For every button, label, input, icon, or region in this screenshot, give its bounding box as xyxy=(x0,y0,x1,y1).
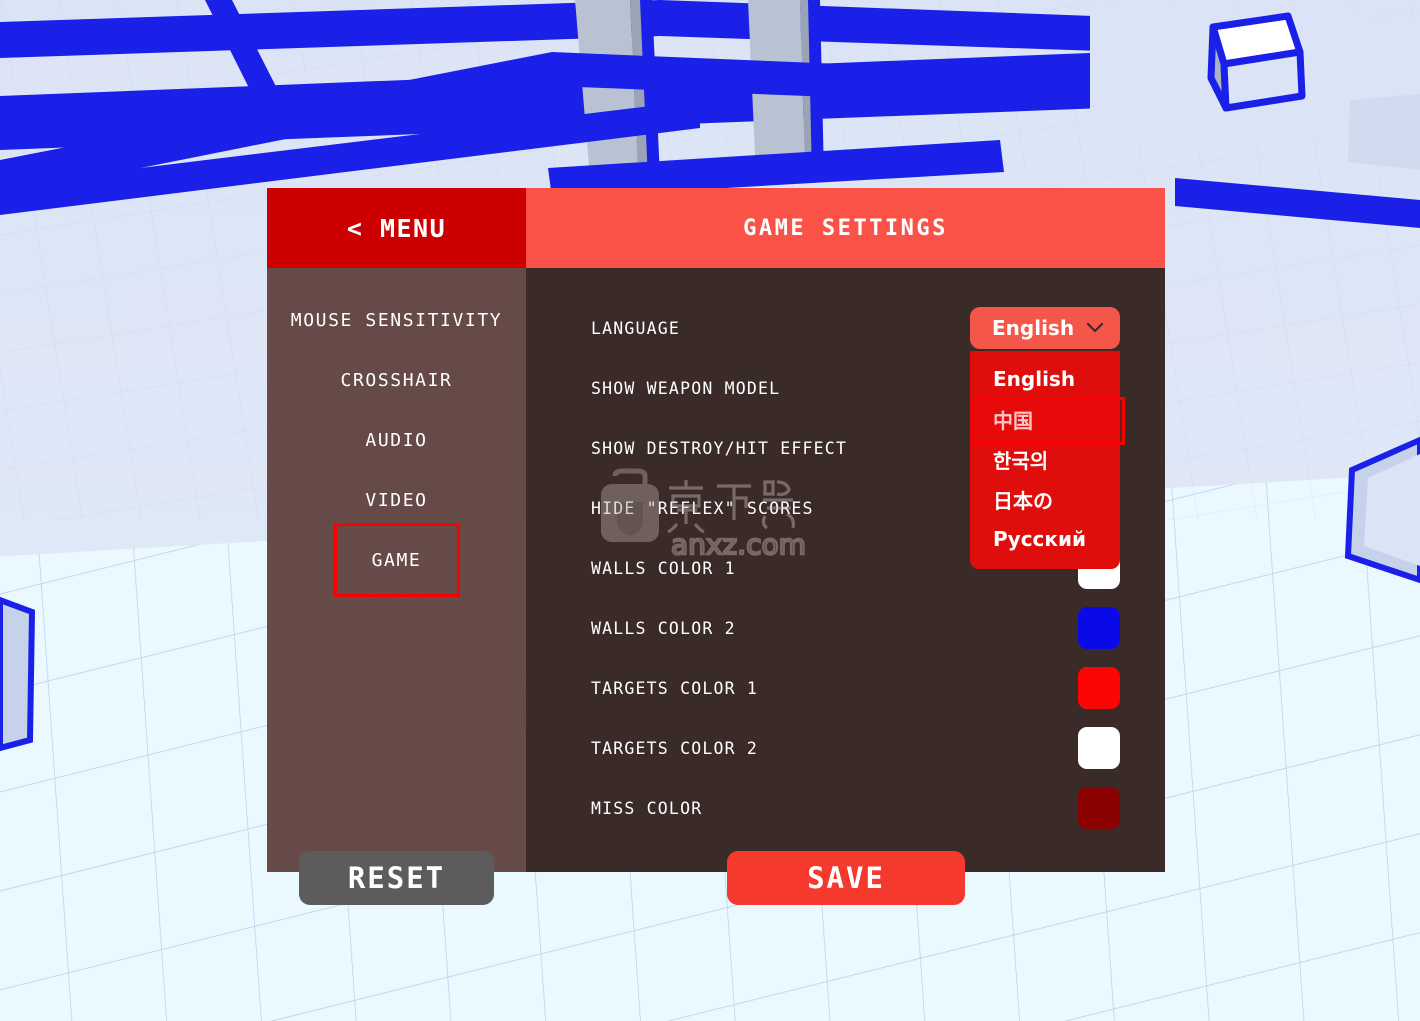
setting-row-language: LANGUAGE English English 中国 한국의 日本の Русс… xyxy=(526,298,1165,569)
setting-row-walls-color-2: WALLS COLOR 2 xyxy=(526,598,1165,658)
setting-row-miss-color: MISS COLOR xyxy=(526,778,1165,838)
setting-label: WALLS COLOR 2 xyxy=(591,618,736,638)
language-option-label: 中国 xyxy=(993,408,1033,433)
miss-color-swatch[interactable] xyxy=(1078,787,1120,829)
save-button-label: SAVE xyxy=(807,861,885,895)
language-option-japanese[interactable]: 日本の xyxy=(970,479,1120,519)
reset-button[interactable]: RESET xyxy=(299,851,494,905)
sidebar-nav-list: MOUSE SENSITIVITY CROSSHAIR AUDIO VIDEO … xyxy=(267,268,526,872)
targets-color-2-swatch[interactable] xyxy=(1078,727,1120,769)
setting-label: MISS COLOR xyxy=(591,798,703,818)
language-option-korean[interactable]: 한국의 xyxy=(970,439,1120,479)
sidebar-item-label: MOUSE SENSITIVITY xyxy=(290,309,503,331)
back-to-menu-label: < MENU xyxy=(346,213,447,243)
scene-panel-left xyxy=(0,596,36,752)
sidebar-item-game[interactable]: GAME xyxy=(267,530,526,590)
sidebar-item-label: VIDEO xyxy=(365,489,428,511)
setting-row-targets-color-2: TARGETS COLOR 2 xyxy=(526,718,1165,778)
settings-content: GAME SETTINGS LANGUAGE English English 中… xyxy=(526,188,1165,872)
sidebar-item-mouse-sensitivity[interactable]: MOUSE SENSITIVITY xyxy=(267,290,526,350)
language-dropdown-button[interactable]: English xyxy=(970,307,1120,349)
language-option-russian[interactable]: Русский xyxy=(970,519,1120,559)
sidebar-item-label: CROSSHAIR xyxy=(340,369,453,391)
walls-color-2-swatch[interactable] xyxy=(1078,607,1120,649)
language-dropdown: English English 中国 한국의 日本の Русский xyxy=(970,307,1125,569)
sidebar-item-label: GAME xyxy=(371,549,422,571)
scene-cube-front xyxy=(1220,48,1306,112)
sidebar-item-audio[interactable]: AUDIO xyxy=(267,410,526,470)
sidebar-item-crosshair[interactable]: CROSSHAIR xyxy=(267,350,526,410)
setting-label: LANGUAGE xyxy=(591,318,681,338)
back-to-menu-button[interactable]: < MENU xyxy=(267,188,526,268)
sidebar-item-label: AUDIO xyxy=(365,429,428,451)
language-dropdown-list: English 中国 한국의 日本の Русский xyxy=(970,351,1125,569)
sidebar-item-video[interactable]: VIDEO xyxy=(267,470,526,530)
language-option-label: Русский xyxy=(993,527,1087,551)
chevron-down-icon xyxy=(1086,319,1104,338)
content-header: GAME SETTINGS xyxy=(526,188,1165,268)
settings-list: LANGUAGE English English 中国 한국의 日本の Русс… xyxy=(526,268,1165,872)
language-option-english[interactable]: English xyxy=(970,359,1120,399)
page-title: GAME SETTINGS xyxy=(743,215,948,241)
scene-cube-shadow xyxy=(1348,94,1420,170)
settings-sidebar: < MENU MOUSE SENSITIVITY CROSSHAIR AUDIO… xyxy=(267,188,526,872)
language-option-chinese[interactable]: 中国 xyxy=(970,397,1125,445)
targets-color-1-swatch[interactable] xyxy=(1078,667,1120,709)
setting-label: TARGETS COLOR 2 xyxy=(591,738,759,758)
save-button[interactable]: SAVE xyxy=(727,851,965,905)
reset-button-label: RESET xyxy=(347,861,446,895)
settings-panel: < MENU MOUSE SENSITIVITY CROSSHAIR AUDIO… xyxy=(267,188,1165,872)
setting-label: TARGETS COLOR 1 xyxy=(591,678,759,698)
language-option-label: 한국의 xyxy=(993,448,1049,473)
language-option-label: English xyxy=(993,367,1076,391)
setting-row-targets-color-1: TARGETS COLOR 1 xyxy=(526,658,1165,718)
language-option-label: 日本の xyxy=(993,488,1053,513)
language-dropdown-value: English xyxy=(992,316,1075,340)
